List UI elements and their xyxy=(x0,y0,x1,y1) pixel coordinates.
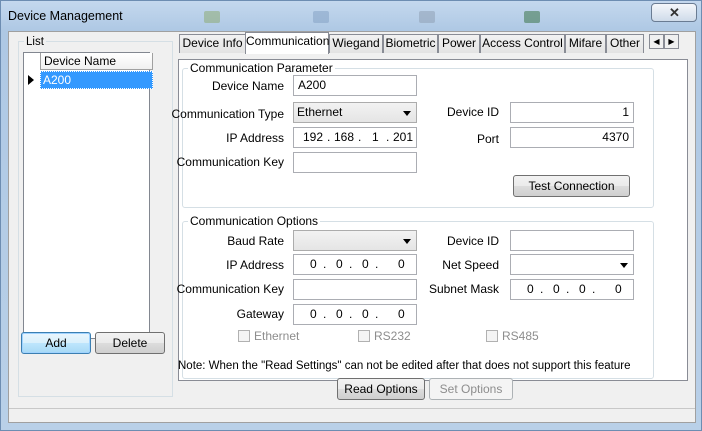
test-connection-button[interactable]: Test Connection xyxy=(513,175,630,197)
chevron-down-icon xyxy=(403,111,411,116)
client-area: List Device Name A200 Add Delete Device … xyxy=(8,31,696,423)
ip-address-label: IP Address xyxy=(226,131,284,145)
port-label: Port xyxy=(476,132,499,146)
ip-octet: 0 xyxy=(310,257,317,271)
tab-scroll-right-icon[interactable]: ▶ xyxy=(664,34,679,49)
communication-parameter-legend: Communication Parameter xyxy=(188,61,335,75)
taskbar-icon xyxy=(204,11,220,23)
ip-octet: 0 xyxy=(310,307,317,321)
ip-octet: 0 xyxy=(336,307,343,321)
tab-wiegand[interactable]: Wiegand xyxy=(329,34,383,53)
rs232-checkbox[interactable] xyxy=(358,330,370,342)
ip-address-input[interactable]: 192 . 168 . 1 . 201 xyxy=(293,127,417,148)
tab-power[interactable]: Power xyxy=(438,34,480,53)
options-ip-address-label: IP Address xyxy=(226,258,284,272)
ethernet-checkbox[interactable] xyxy=(238,330,250,342)
communication-options-group: Communication Options Baud Rate Device I… xyxy=(177,214,654,379)
ip-octet: 0 xyxy=(362,257,369,271)
rs485-label: RS485 xyxy=(502,329,539,343)
set-options-button[interactable]: Set Options xyxy=(429,378,513,400)
device-id-label: Device ID xyxy=(446,105,499,119)
tab-mifare[interactable]: Mifare xyxy=(565,34,606,53)
device-management-window: Device Management ✕ List Device Name A20… xyxy=(0,0,702,431)
tab-scroll-left-icon[interactable]: ◀ xyxy=(649,34,664,49)
baud-rate-select[interactable] xyxy=(293,230,417,251)
options-ip-address-input[interactable]: 0 . 0 . 0 . 0 xyxy=(293,254,417,275)
add-button[interactable]: Add xyxy=(21,332,91,354)
communication-type-select[interactable]: Ethernet xyxy=(293,102,417,123)
gateway-label: Gateway xyxy=(236,307,284,321)
communication-key-label: Communication Key xyxy=(176,155,284,169)
ip-octet: 1 xyxy=(372,130,379,144)
chevron-down-icon xyxy=(403,239,411,244)
options-device-id-input[interactable] xyxy=(510,230,634,251)
options-communication-key-input[interactable] xyxy=(293,279,417,300)
status-bar xyxy=(9,408,695,422)
rs232-label: RS232 xyxy=(374,329,411,343)
taskbar-icon xyxy=(524,11,540,23)
ip-octet: 0 xyxy=(553,282,560,296)
taskbar-icon xyxy=(419,11,435,23)
options-communication-key-label: Communication Key xyxy=(176,282,284,296)
communication-type-label: Communication Type xyxy=(171,107,285,121)
ip-octet: 0 xyxy=(579,282,586,296)
tab-device-info[interactable]: Device Info xyxy=(179,34,246,53)
communication-options-legend: Communication Options xyxy=(188,214,321,228)
ip-octet: 192 xyxy=(303,130,324,144)
delete-button[interactable]: Delete xyxy=(95,332,165,354)
device-id-input[interactable]: 1 xyxy=(510,102,634,123)
port-input[interactable]: 4370 xyxy=(510,127,634,148)
chevron-down-icon xyxy=(620,263,628,268)
communication-key-input[interactable] xyxy=(293,152,417,173)
ip-octet: 0 xyxy=(527,282,534,296)
title-bar[interactable]: Device Management ✕ xyxy=(1,1,701,31)
tab-communication[interactable]: Communication xyxy=(245,32,329,54)
row-selector-icon xyxy=(24,71,39,89)
baud-rate-label: Baud Rate xyxy=(227,234,284,248)
device-list[interactable]: Device Name A200 xyxy=(23,52,153,339)
communication-panel: Communication Parameter Device Name A200… xyxy=(172,59,688,381)
taskbar-icon xyxy=(313,11,329,23)
ethernet-label: Ethernet xyxy=(254,329,300,343)
ip-octet: 0 xyxy=(336,257,343,271)
ip-octet: 168 xyxy=(334,130,355,144)
ip-octet: 201 xyxy=(393,130,414,144)
close-button[interactable]: ✕ xyxy=(651,3,697,22)
rs485-checkbox[interactable] xyxy=(486,330,498,342)
column-header-device-name[interactable]: Device Name xyxy=(40,53,153,70)
tab-access-control[interactable]: Access Control xyxy=(480,34,565,53)
note-text: Note: When the "Read Settings" can not b… xyxy=(178,360,631,372)
net-speed-label: Net Speed xyxy=(442,258,499,272)
window-title: Device Management xyxy=(8,9,123,23)
net-speed-select[interactable] xyxy=(510,254,634,275)
tab-biometric[interactable]: Biometric xyxy=(383,34,438,53)
subnet-mask-label: Subnet Mask xyxy=(428,282,499,296)
device-name-input[interactable]: A200 xyxy=(293,75,417,96)
communication-parameter-group: Communication Parameter Device Name A200… xyxy=(172,61,654,208)
communication-type-value: Ethernet xyxy=(297,105,343,119)
list-item[interactable]: A200 xyxy=(40,71,153,89)
device-name-label: Device Name xyxy=(211,79,284,93)
ip-octet: 0 xyxy=(398,307,405,321)
subnet-mask-input[interactable]: 0 . 0 . 0 . 0 xyxy=(510,279,634,300)
ip-octet: 0 xyxy=(398,257,405,271)
tab-other[interactable]: Other xyxy=(606,34,644,53)
ip-octet: 0 xyxy=(615,282,622,296)
close-icon: ✕ xyxy=(669,5,680,20)
ip-octet: 0 xyxy=(362,307,369,321)
list-legend: List xyxy=(24,36,46,48)
options-device-id-label: Device ID xyxy=(446,234,499,248)
gateway-input[interactable]: 0 . 0 . 0 . 0 xyxy=(293,304,417,325)
read-options-button[interactable]: Read Options xyxy=(337,378,425,400)
